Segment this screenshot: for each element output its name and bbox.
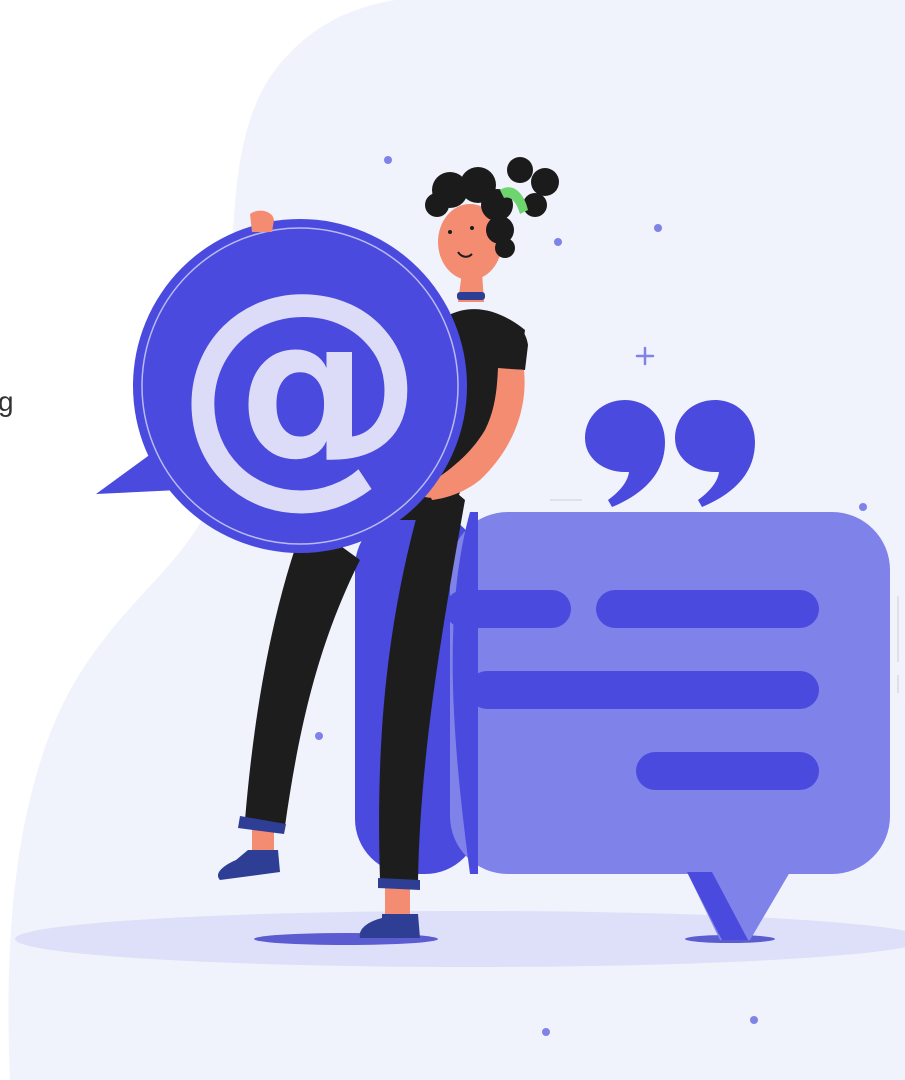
text-line — [445, 590, 571, 628]
dot-icon — [384, 156, 392, 164]
at-sign-bubble-icon: @ — [96, 219, 467, 553]
email-communication-illustration: @ — [8, 0, 905, 1080]
at-symbol: @ — [175, 238, 425, 529]
cuff-right — [378, 878, 420, 890]
eye — [448, 230, 452, 234]
dot-icon — [750, 1016, 758, 1024]
text-line — [468, 671, 819, 709]
dot-icon — [542, 1028, 550, 1036]
dot-icon — [859, 503, 867, 511]
dot-icon — [315, 732, 323, 740]
choker — [457, 292, 485, 300]
text-line — [596, 590, 819, 628]
ankle-right — [385, 888, 410, 916]
dot-icon — [554, 238, 562, 246]
dot-icon — [654, 224, 662, 232]
text-line — [636, 752, 819, 790]
eye — [470, 226, 474, 230]
